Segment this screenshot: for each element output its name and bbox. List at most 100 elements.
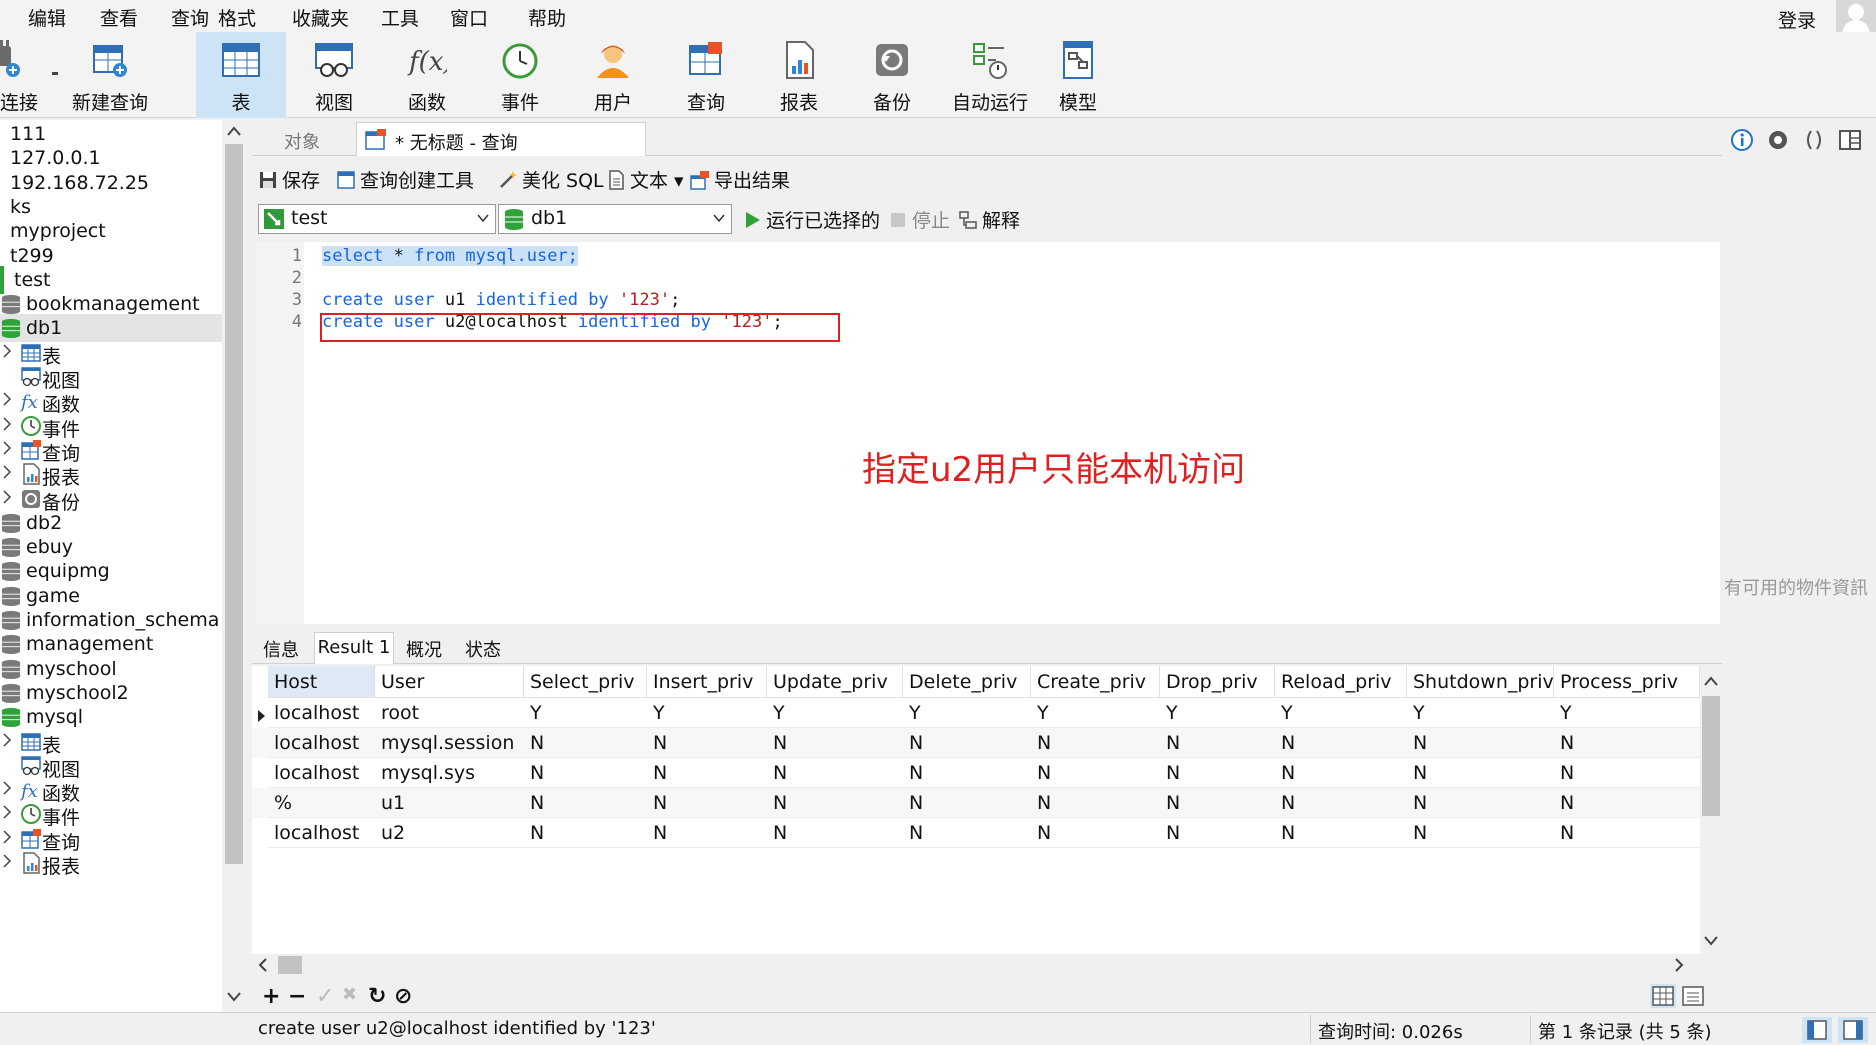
table-cell[interactable]: N: [1554, 728, 1700, 758]
view-button[interactable]: 视图: [289, 32, 379, 118]
table-cell[interactable]: N: [524, 758, 647, 788]
table-cell[interactable]: N: [767, 788, 903, 818]
chevron-right-icon[interactable]: [2, 441, 12, 455]
table-row[interactable]: localhost mysql.session N N N N N N N N N: [252, 728, 1700, 758]
table-cell[interactable]: N: [1407, 728, 1554, 758]
table-cell[interactable]: Y: [1275, 698, 1407, 728]
chevron-right-icon[interactable]: [2, 344, 12, 358]
table-cell[interactable]: N: [1160, 728, 1275, 758]
chevron-right-icon[interactable]: [2, 465, 12, 479]
table-cell[interactable]: %: [268, 788, 375, 818]
column-header-host[interactable]: Host: [268, 666, 375, 698]
tab-result-1[interactable]: Result 1: [314, 632, 394, 664]
chevron-right-icon[interactable]: [2, 392, 12, 406]
table-row[interactable]: % u1 N N N N N N N N N: [252, 788, 1700, 818]
menu-window[interactable]: 窗口: [450, 4, 488, 31]
stop-button[interactable]: 停止: [888, 206, 950, 233]
table-cell[interactable]: Y: [1554, 698, 1700, 728]
connect-dropdown-icon[interactable]: [52, 72, 58, 75]
scroll-left-icon[interactable]: [258, 958, 268, 972]
query-button[interactable]: 查询: [661, 32, 751, 118]
table-cell[interactable]: Y: [1031, 698, 1160, 728]
new-query-button[interactable]: 新建查询: [62, 32, 158, 118]
grid-scroll-thumb[interactable]: [1702, 696, 1720, 816]
table-cell[interactable]: N: [1275, 788, 1407, 818]
table-cell[interactable]: N: [767, 758, 903, 788]
tab-query[interactable]: * 无标题 - 查询: [356, 122, 646, 156]
parentheses-icon[interactable]: [1802, 128, 1826, 152]
tab-info[interactable]: 信息: [252, 632, 310, 664]
table-cell[interactable]: Y: [1160, 698, 1275, 728]
sidebar-scrollbar[interactable]: [222, 120, 246, 1012]
menu-edit[interactable]: 编辑: [28, 4, 66, 31]
backup-button[interactable]: 备份: [847, 32, 937, 118]
text-button[interactable]: 文本 ▾: [606, 166, 684, 193]
table-row[interactable]: localhost mysql.sys N N N N N N N N N: [252, 758, 1700, 788]
sql-editor[interactable]: 1 2 3 4 select * from mysql.user; create…: [256, 242, 1720, 624]
tab-profile[interactable]: 概况: [398, 632, 450, 664]
scroll-right-icon[interactable]: [1674, 958, 1684, 972]
column-header-update-priv[interactable]: Update_priv: [767, 666, 903, 698]
connection-select[interactable]: test: [258, 204, 496, 234]
table-cell[interactable]: N: [1160, 758, 1275, 788]
menu-query[interactable]: 查询: [171, 4, 209, 31]
result-grid[interactable]: Host User Select_priv Insert_priv Update_pri…: [252, 666, 1700, 954]
refresh-button[interactable]: ↻: [368, 984, 386, 1009]
column-header-shutdown-priv[interactable]: Shutdown_priv: [1407, 666, 1554, 698]
event-button[interactable]: 事件: [475, 32, 565, 118]
apply-changes-button[interactable]: ✓: [316, 984, 334, 1009]
table-cell[interactable]: N: [1554, 818, 1700, 848]
table-cell[interactable]: N: [1160, 818, 1275, 848]
table-cell[interactable]: N: [524, 788, 647, 818]
delete-record-button[interactable]: −: [288, 984, 306, 1009]
scroll-down-icon[interactable]: [1704, 936, 1718, 946]
sidebar-scroll-thumb[interactable]: [225, 144, 243, 864]
chevron-right-icon[interactable]: [2, 732, 12, 747]
column-header-reload-priv[interactable]: Reload_priv: [1275, 666, 1407, 698]
grid-view-icon[interactable]: [1650, 984, 1676, 1008]
column-header-select-priv[interactable]: Select_priv: [524, 666, 647, 698]
table-cell[interactable]: Y: [524, 698, 647, 728]
grid-horizontal-scrollbar[interactable]: [252, 954, 1700, 976]
explain-button[interactable]: 解释: [958, 206, 1020, 233]
export-results-button[interactable]: 导出结果: [690, 166, 790, 193]
chevron-right-icon[interactable]: [2, 489, 12, 504]
panel-left-icon[interactable]: [1802, 1017, 1832, 1043]
table-cell[interactable]: N: [903, 788, 1031, 818]
preview-icon[interactable]: [1766, 128, 1790, 152]
table-cell[interactable]: N: [647, 818, 767, 848]
table-cell[interactable]: N: [767, 818, 903, 848]
form-view-icon[interactable]: [1680, 984, 1706, 1008]
tab-status[interactable]: 状态: [454, 632, 512, 664]
login-link[interactable]: 登录: [1778, 6, 1816, 33]
column-header-process-priv[interactable]: Process_priv: [1554, 666, 1700, 698]
menu-help[interactable]: 帮助: [528, 4, 566, 31]
table-cell[interactable]: localhost: [268, 818, 375, 848]
table-row[interactable]: localhost u2 N N N N N N N N N: [252, 818, 1700, 848]
table-cell[interactable]: localhost: [268, 728, 375, 758]
table-row[interactable]: localhost root Y Y Y Y Y Y Y Y Y: [252, 698, 1700, 728]
tab-objects[interactable]: 对象: [252, 122, 352, 156]
connect-button[interactable]: 连接: [0, 32, 50, 118]
table-cell[interactable]: N: [903, 728, 1031, 758]
text-dropdown-icon[interactable]: ▾: [668, 170, 684, 192]
table-cell[interactable]: N: [647, 788, 767, 818]
add-record-button[interactable]: +: [262, 984, 280, 1009]
model-button[interactable]: 模型: [1033, 32, 1123, 118]
table-cell[interactable]: Y: [903, 698, 1031, 728]
table-cell[interactable]: root: [375, 698, 524, 728]
table-cell[interactable]: Y: [647, 698, 767, 728]
table-cell[interactable]: N: [1275, 818, 1407, 848]
table-cell[interactable]: N: [1407, 758, 1554, 788]
column-header-insert-priv[interactable]: Insert_priv: [647, 666, 767, 698]
menu-favorites[interactable]: 收藏夹: [292, 4, 349, 31]
table-cell[interactable]: mysql.sys: [375, 758, 524, 788]
chevron-right-icon[interactable]: [2, 805, 12, 819]
chevron-right-icon[interactable]: [2, 854, 12, 868]
grid-vertical-scrollbar[interactable]: [1700, 666, 1722, 952]
table-cell[interactable]: N: [1031, 728, 1160, 758]
chevron-right-icon[interactable]: [2, 781, 12, 795]
table-cell[interactable]: mysql.session: [375, 728, 524, 758]
menu-format[interactable]: 格式: [218, 4, 256, 31]
table-cell[interactable]: u2: [375, 818, 524, 848]
